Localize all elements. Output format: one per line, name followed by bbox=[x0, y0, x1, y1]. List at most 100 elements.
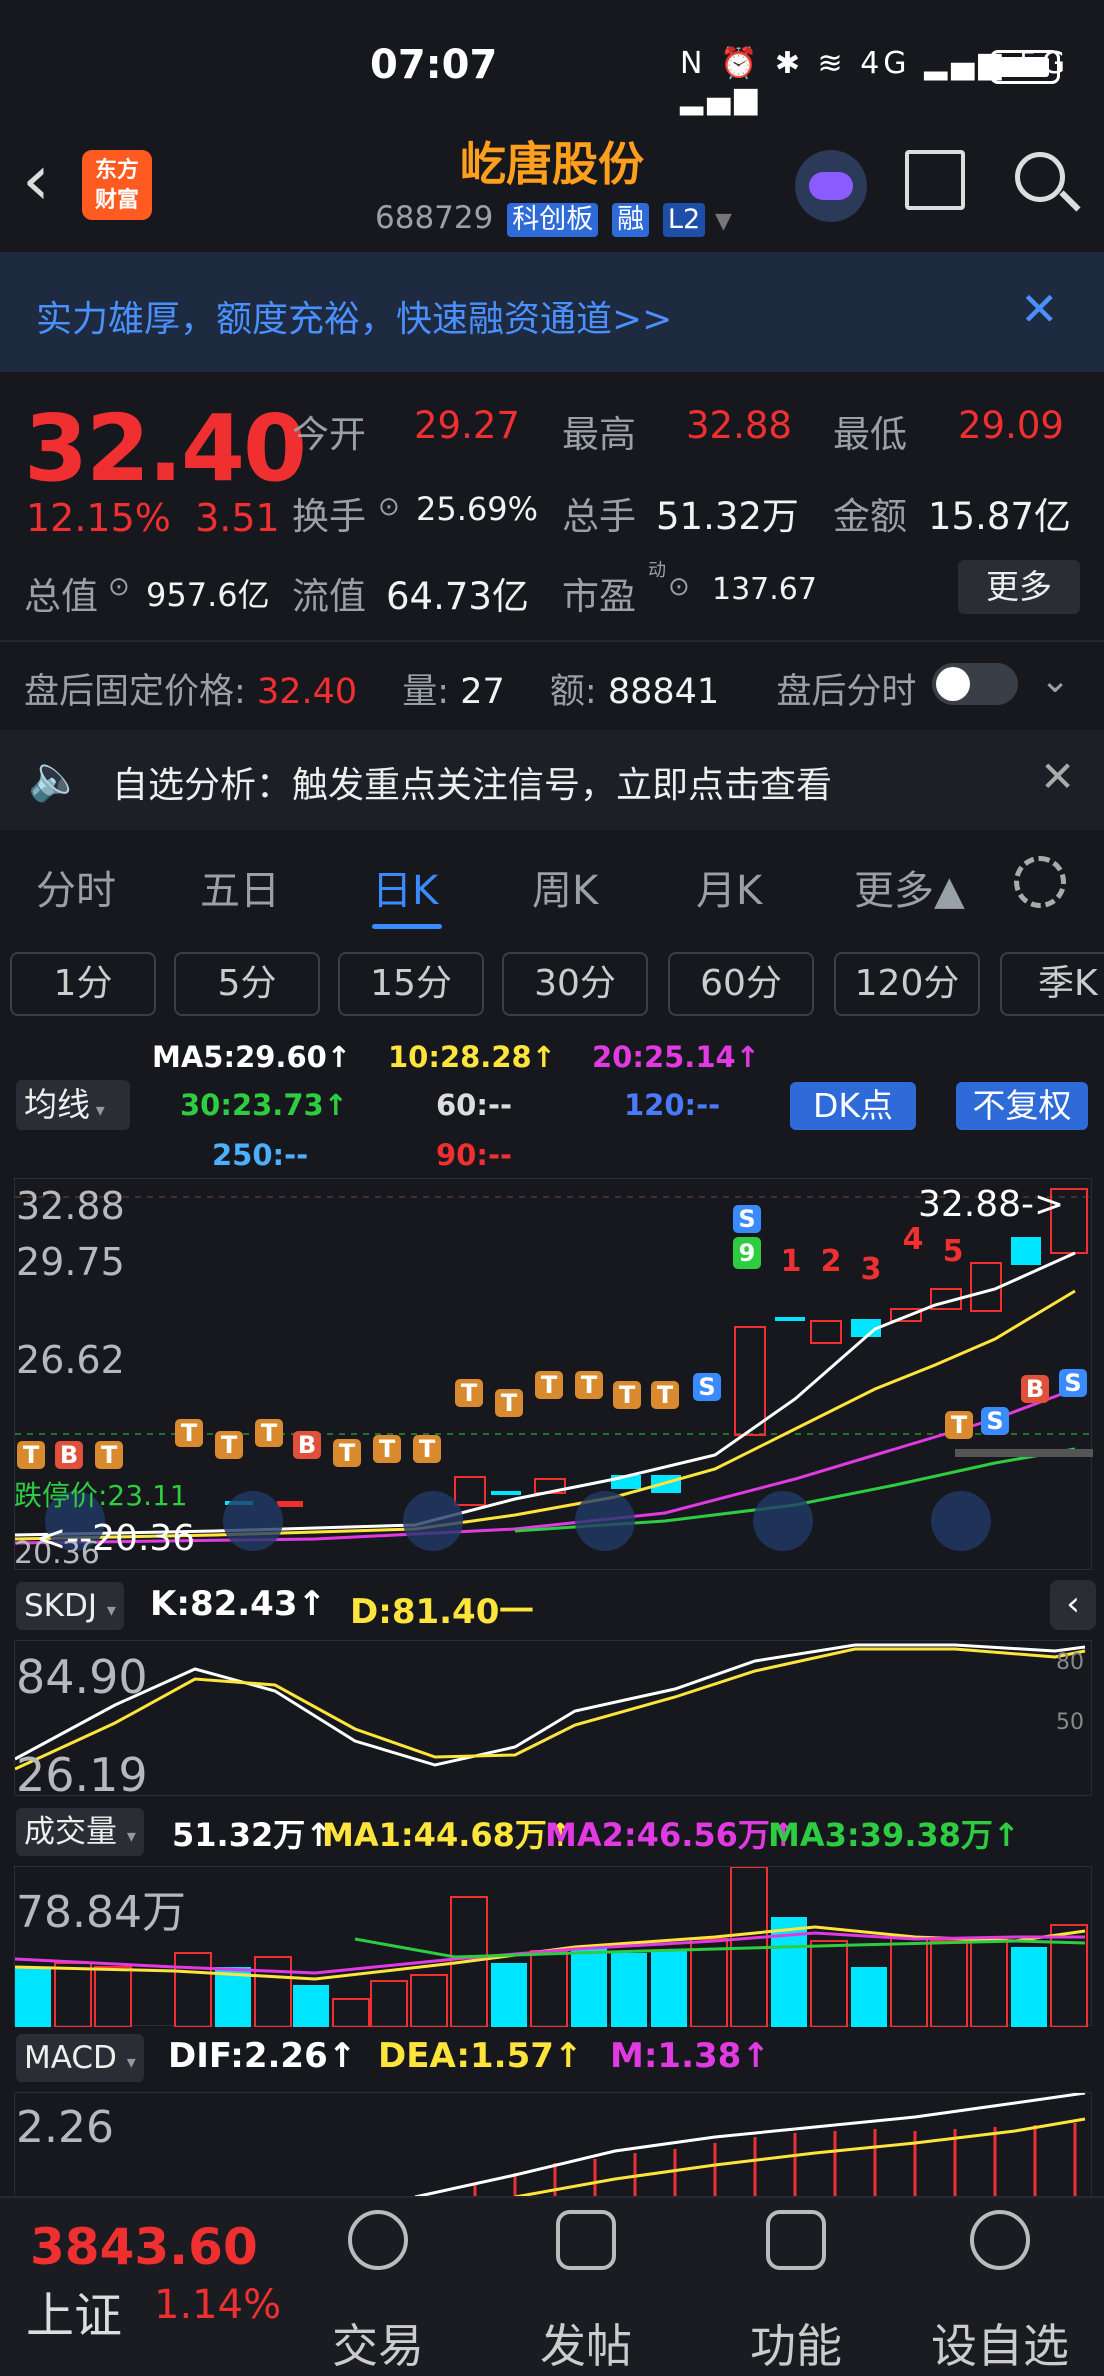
search-icon[interactable] bbox=[1015, 152, 1065, 202]
stock-code-row[interactable]: 688729 科创板 融 L2 ▼ bbox=[375, 200, 732, 237]
macd-dea: DEA:1.57↑ bbox=[378, 2036, 583, 2076]
tab-5day[interactable]: 五日 bbox=[200, 858, 280, 916]
after-hours-toggle[interactable] bbox=[932, 663, 1018, 705]
low-price-tag: <--20.36 bbox=[36, 1518, 196, 1559]
scroll-left-icon bbox=[575, 1491, 635, 1551]
candle bbox=[810, 1320, 842, 1344]
macd-selector[interactable]: MACD ▾ bbox=[16, 2034, 144, 2082]
volume-bar bbox=[54, 1962, 92, 2028]
volume-bar bbox=[254, 1956, 292, 2028]
fullscreen-icon bbox=[931, 1491, 991, 1551]
gear-icon[interactable] bbox=[1014, 856, 1066, 908]
badge-9-text: 9 bbox=[739, 1239, 756, 1267]
y-axis-3: 26.62 bbox=[16, 1338, 125, 1382]
info-icon[interactable]: ⊙ bbox=[378, 492, 400, 522]
badge-s-text: S bbox=[698, 1373, 715, 1401]
badge-t-text: T bbox=[379, 1435, 396, 1463]
alert-text[interactable]: 自选分析：触发重点关注信号，立即点击查看 bbox=[112, 756, 832, 808]
robot-assistant-icon[interactable] bbox=[795, 150, 867, 222]
share-icon[interactable] bbox=[905, 150, 965, 210]
volume-selector[interactable]: 成交量 ▾ bbox=[16, 1808, 144, 1856]
pe-value: 137.67 bbox=[712, 572, 817, 607]
badge-b-text: B bbox=[1026, 1375, 1044, 1403]
grid-icon bbox=[766, 2210, 826, 2270]
close-icon[interactable]: ✕ bbox=[1040, 752, 1075, 801]
macd-chart bbox=[14, 2091, 1092, 2199]
nav-functions[interactable]: 功能 bbox=[716, 2310, 876, 2376]
volume-bar bbox=[810, 1940, 848, 2028]
tab-daily-k[interactable]: 日K bbox=[372, 858, 438, 916]
skdj-svg bbox=[14, 1643, 1086, 1771]
low-value: 29.09 bbox=[958, 404, 1064, 447]
nav-trade[interactable]: 交易 bbox=[298, 2310, 458, 2376]
tab-weekly-k[interactable]: 周K bbox=[532, 858, 598, 916]
volume-bar bbox=[293, 1985, 329, 2027]
index-value[interactable]: 3843.60 bbox=[30, 2218, 258, 2276]
period-1m[interactable]: 1分 bbox=[10, 952, 156, 1016]
level2-tag: L2 bbox=[662, 203, 706, 237]
period-quarter[interactable]: 季K bbox=[1000, 952, 1104, 1016]
volume-bar bbox=[1011, 1947, 1047, 2027]
skdj-label: SKDJ bbox=[24, 1588, 98, 1624]
ma-selector[interactable]: 均线 ▾ bbox=[16, 1080, 130, 1130]
badge-t-text: T bbox=[619, 1381, 636, 1409]
count-3: 3 bbox=[861, 1252, 882, 1287]
badge-b-text: B bbox=[60, 1441, 78, 1469]
nav-add-watchlist[interactable]: 设自选 bbox=[920, 2310, 1080, 2376]
tab-more[interactable]: 更多▲ bbox=[854, 858, 965, 916]
volume-bar bbox=[410, 1974, 448, 2028]
limit-down-label: 跌停价:23.11 bbox=[14, 1479, 188, 1512]
badge-t-text: T bbox=[419, 1435, 436, 1463]
macd-m: M:1.38↑ bbox=[610, 2036, 770, 2076]
candle bbox=[277, 1501, 303, 1507]
volume-bar bbox=[611, 1953, 647, 2027]
chevron-down-icon: ▼ bbox=[715, 209, 732, 234]
badge-t-text: T bbox=[221, 1431, 238, 1459]
skdj-selector[interactable]: SKDJ ▾ bbox=[16, 1582, 124, 1630]
period-15m[interactable]: 15分 bbox=[338, 952, 484, 1016]
after-label: 盘后固定价格: bbox=[24, 672, 246, 712]
chevron-down-icon[interactable]: ⌄ bbox=[1040, 660, 1070, 701]
skdj-level-80: 80 bbox=[1056, 1650, 1084, 1675]
volume-bar bbox=[15, 1967, 51, 2027]
more-button[interactable]: 更多 bbox=[958, 560, 1080, 614]
close-icon[interactable]: ✕ bbox=[1020, 282, 1059, 336]
badge-b-text: B bbox=[298, 1431, 316, 1459]
nav-post[interactable]: 发帖 bbox=[506, 2310, 666, 2376]
skdj-max: 84.90 bbox=[16, 1650, 148, 1704]
info-icon[interactable]: ⊙ bbox=[108, 572, 130, 602]
tab-intraday[interactable]: 分时 bbox=[36, 858, 116, 916]
volume-bar bbox=[651, 1951, 687, 2027]
candle bbox=[454, 1476, 486, 1506]
y-axis-2: 29.75 bbox=[16, 1240, 125, 1284]
badge-t-text: T bbox=[101, 1441, 118, 1469]
volume-bar bbox=[851, 1967, 887, 2027]
info-icon[interactable]: ⊙ bbox=[668, 572, 690, 602]
d-line bbox=[14, 1647, 1086, 1771]
volume-bar bbox=[332, 1998, 370, 2028]
index-name[interactable]: 上证 bbox=[26, 2276, 122, 2346]
candle bbox=[491, 1491, 521, 1495]
dk-button[interactable]: DK点 bbox=[790, 1082, 916, 1130]
count-labels: 123 45 bbox=[781, 1222, 964, 1287]
open-label: 今开 bbox=[292, 413, 366, 456]
period-120m[interactable]: 120分 bbox=[834, 952, 980, 1016]
badge-t-text: T bbox=[461, 1379, 478, 1407]
badge-t-text: T bbox=[23, 1441, 40, 1469]
banner-text[interactable]: 实力雄厚，额度充裕，快速融资通道>> bbox=[36, 290, 672, 342]
badge-s-text: S bbox=[1064, 1369, 1081, 1397]
volume-label: 总手 bbox=[562, 495, 636, 538]
margin-tag: 融 bbox=[612, 203, 650, 237]
period-5m[interactable]: 5分 bbox=[174, 952, 320, 1016]
tab-monthly-k[interactable]: 月K bbox=[696, 858, 762, 916]
volume-ma3: MA3:39.38万↑ bbox=[768, 1816, 1020, 1854]
period-30m[interactable]: 30分 bbox=[502, 952, 648, 1016]
after-amt-label: 额: bbox=[549, 672, 597, 712]
volume-bar bbox=[571, 1947, 607, 2027]
change-pct: 12.15% bbox=[26, 496, 171, 540]
k-line bbox=[14, 1643, 1086, 1767]
collapse-panel-button[interactable]: ‹ bbox=[1050, 1580, 1096, 1630]
adjust-button[interactable]: 不复权 bbox=[956, 1082, 1088, 1130]
ma-selector-label: 均线 bbox=[24, 1085, 90, 1124]
period-60m[interactable]: 60分 bbox=[668, 952, 814, 1016]
